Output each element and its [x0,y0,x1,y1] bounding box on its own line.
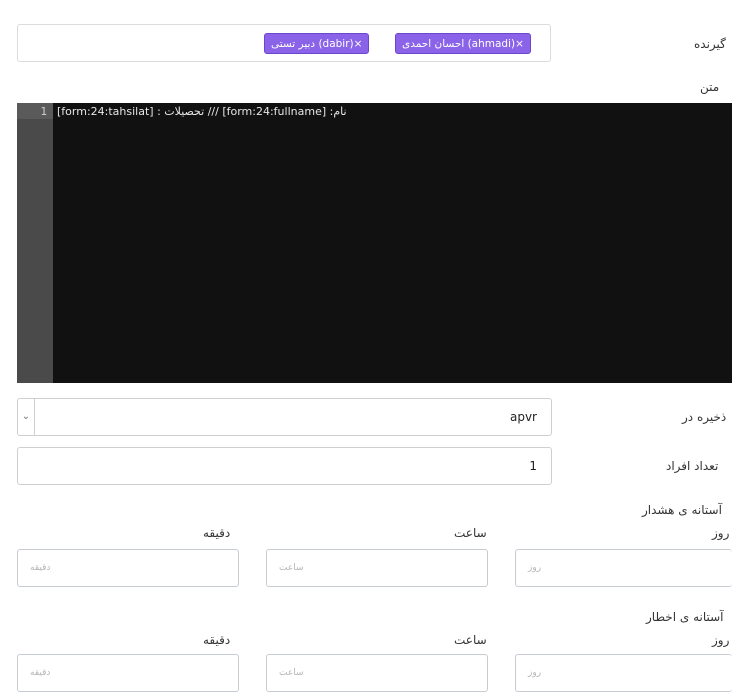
people-count-label: تعداد افراد [666,459,719,473]
alert-day-placeholder: روز [528,668,542,678]
alert-hour-input[interactable]: ساعت [266,654,488,692]
receiver-tag-dabir[interactable]: دبیر تستی (dabir)× [264,33,370,54]
people-count-value: 1 [529,459,537,473]
editor-active-line-gutter [17,103,53,119]
receiver-tag-ahmadi[interactable]: احسان احمدی (ahmadi)× [395,33,531,54]
receivers-label: گیرنده [694,37,726,51]
alert-minute-label: دقیقه [203,633,231,647]
warning-day-placeholder: روز [528,563,542,573]
warning-day-input[interactable]: روز [515,549,732,587]
save-in-value: apvr [509,410,537,424]
editor-gutter: 1 [17,103,53,383]
people-count-input[interactable]: 1 [17,447,552,485]
warning-minute-label: دقیقه [203,526,231,540]
save-in-select[interactable]: ⌄ apvr [17,398,552,436]
warning-day-label: روز [712,526,730,540]
warning-minute-placeholder: دقیقه [30,563,51,573]
alert-hour-label: ساعت [454,633,487,647]
warning-threshold-label: آستانه ی هشدار [642,503,722,517]
code-line[interactable]: نام: [form:24:fullname] /// تحصیلات : [f… [57,105,347,118]
alert-day-label: روز [712,633,730,647]
warning-minute-input[interactable]: دقیقه [17,549,239,587]
warning-hour-label: ساعت [454,526,487,540]
alert-day-input[interactable]: روز [515,654,732,692]
alert-hour-placeholder: ساعت [279,668,304,678]
save-in-label: ذخیره در [682,410,727,424]
chevron-down-icon[interactable]: ⌄ [18,399,35,435]
line-number: 1 [40,105,47,118]
alert-threshold-label: آستانه ی اخطار [646,610,724,624]
alert-minute-input[interactable]: دقیقه [17,654,239,692]
warning-hour-placeholder: ساعت [279,563,304,573]
template-code-editor[interactable]: 1 نام: [form:24:fullname] /// تحصیلات : … [17,103,732,383]
alert-minute-placeholder: دقیقه [30,668,51,678]
warning-hour-input[interactable]: ساعت [266,549,488,587]
content-label: متن [700,80,720,94]
